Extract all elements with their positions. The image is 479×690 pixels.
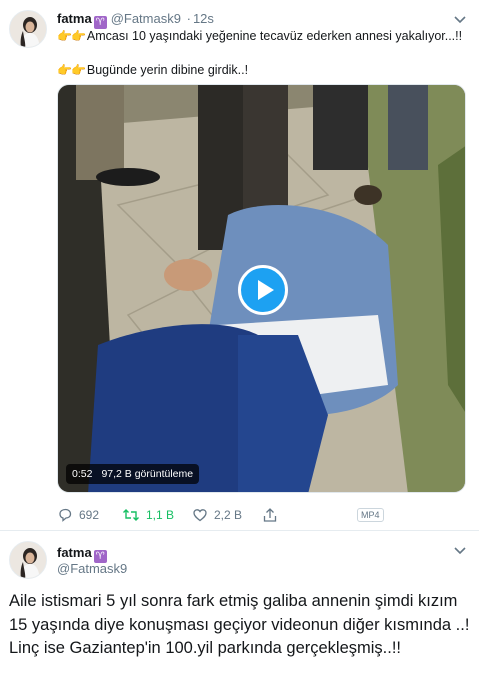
tweet-actions: 692 1,1 B 2,2 B MP4: [57, 505, 457, 525]
tweet-text: Bugünde yerin dibine girdik..!: [86, 63, 249, 77]
play-button[interactable]: [238, 265, 288, 315]
like-count: 2,2 B: [214, 508, 243, 522]
tweet-text-line: 👉👉 Bugünde yerin dibine girdik..!: [57, 62, 248, 78]
retweet-icon: [123, 509, 139, 521]
tweet-text: Aile istismari 5 yıl sonra fark etmiş ga…: [9, 592, 470, 657]
chevron-down-icon[interactable]: [453, 15, 467, 25]
share-icon: [263, 508, 277, 522]
tweet-timestamp[interactable]: 12s: [193, 11, 214, 26]
avatar[interactable]: [9, 541, 47, 579]
avatar[interactable]: [9, 10, 47, 48]
video-duration: 0:52: [72, 468, 93, 480]
share-button[interactable]: [262, 505, 284, 525]
heart-icon: [193, 509, 207, 522]
reply-count: 692: [79, 508, 100, 522]
author-handle[interactable]: @Fatmask9: [111, 11, 181, 26]
author-name[interactable]: fatma: [57, 545, 92, 560]
tweet-divider: [0, 530, 479, 531]
author-handle[interactable]: @Fatmask9: [57, 560, 127, 578]
pointing-hand-icon: 👉👉: [57, 63, 86, 77]
separator-dot: ·: [186, 11, 191, 26]
reply-icon: [59, 508, 72, 522]
avatar-photo: [10, 542, 46, 578]
author-name[interactable]: fatma: [57, 11, 92, 26]
reply-button[interactable]: 692: [57, 505, 99, 525]
like-button[interactable]: 2,2 B: [192, 505, 242, 525]
tweet-header: fatma ♈ @Fatmask9 · 12s: [57, 10, 214, 29]
video-player[interactable]: 0:52 97,2 B görüntüleme: [57, 84, 466, 493]
chevron-down-icon[interactable]: [453, 546, 467, 556]
tweet-text: Amcası 10 yaşındaki yeğenine tecavüz ede…: [86, 29, 463, 43]
retweet-button[interactable]: 1,1 B: [122, 505, 174, 525]
tweet-card: fatma ♈ @Fatmask9 · 12s 👉👉 Amcası 10 yaşında…: [0, 0, 479, 528]
mp4-badge[interactable]: MP4: [357, 508, 384, 522]
tweet-text-line: 👉👉 Amcası 10 yaşındaki yeğenine tecavüz e…: [57, 28, 462, 44]
avatar-photo: [10, 11, 46, 47]
video-view-count: 97,2 B görüntüleme: [101, 468, 194, 480]
retweet-count: 1,1 B: [146, 508, 175, 522]
video-info-overlay: 0:52 97,2 B görüntüleme: [66, 464, 200, 484]
pointing-hand-icon: 👉👉: [57, 29, 86, 43]
play-icon: [258, 280, 274, 300]
